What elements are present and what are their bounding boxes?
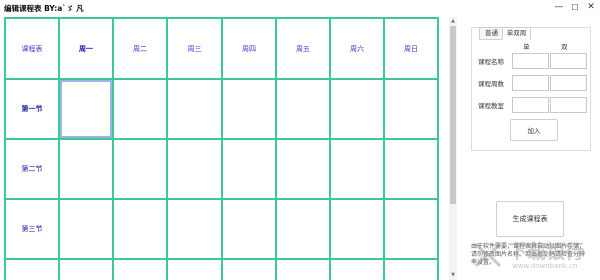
course-name-double-input[interactable] — [550, 53, 587, 69]
course-editor-panel: 普通 单双周 单 双 课程名称 课程周数 课程教室 加入 — [471, 27, 591, 151]
vertical-scrollbar[interactable]: ▲ ▼ — [449, 17, 457, 280]
course-weeks-double-input[interactable] — [550, 75, 587, 91]
close-button[interactable]: ✕ — [584, 1, 598, 14]
minimize-button[interactable]: — — [552, 1, 566, 14]
watermark-url: www.downbank.cn — [512, 262, 578, 270]
maximize-button[interactable]: ☐ — [568, 1, 582, 14]
day-header-thu[interactable]: 周四 — [223, 19, 275, 78]
course-name-single-input[interactable] — [512, 53, 549, 69]
period-label-3[interactable]: 第三节 — [6, 200, 58, 258]
scroll-up-icon[interactable]: ▲ — [449, 18, 457, 24]
tab-odd-even-week[interactable]: 单双周 — [502, 27, 531, 40]
course-weeks-single-input[interactable] — [512, 75, 549, 91]
timetable-grid: 课程表 周一 周二 周三 周四 周五 周六 周日 第一节 第二节 第三节 — [4, 17, 439, 280]
day-header-fri[interactable]: 周五 — [277, 19, 329, 78]
watermark-brand: 下载银行 — [508, 241, 585, 263]
selected-course-cell[interactable] — [60, 80, 112, 138]
day-header-mon[interactable]: 周一 — [60, 19, 112, 78]
day-header-sat[interactable]: 周六 — [331, 19, 383, 78]
scrollbar-thumb[interactable] — [450, 26, 456, 204]
day-header-wed[interactable]: 周三 — [168, 19, 221, 78]
field-label-course-name: 课程名称 — [478, 58, 504, 66]
corner-label: 课程表 — [21, 44, 43, 53]
classroom-single-input[interactable] — [512, 97, 549, 113]
add-course-button[interactable]: 加入 — [510, 119, 558, 141]
period-label-2[interactable]: 第二节 — [6, 140, 58, 198]
day-header-sun[interactable]: 周日 — [385, 19, 437, 78]
day-header-tue[interactable]: 周二 — [114, 19, 166, 78]
watermark-logo-icon — [474, 242, 502, 268]
generate-timetable-button[interactable]: 生成课程表 — [496, 201, 564, 237]
window-title: 编辑课程表 BY:a`ゞ 凡 — [4, 4, 84, 13]
title-bar: 编辑课程表 BY:a`ゞ 凡 — ☐ ✕ — [0, 0, 600, 16]
column-header-double: 双 — [561, 43, 568, 51]
classroom-double-input[interactable] — [550, 97, 587, 113]
grid-line — [437, 17, 439, 280]
tab-normal[interactable]: 普通 — [479, 27, 504, 40]
column-header-single: 单 — [523, 43, 530, 51]
scroll-down-icon[interactable]: ▼ — [449, 272, 457, 278]
field-label-course-weeks: 课程周数 — [478, 80, 504, 88]
period-label-1[interactable]: 第一节 — [6, 80, 58, 138]
field-label-classroom: 课程教室 — [478, 102, 504, 110]
